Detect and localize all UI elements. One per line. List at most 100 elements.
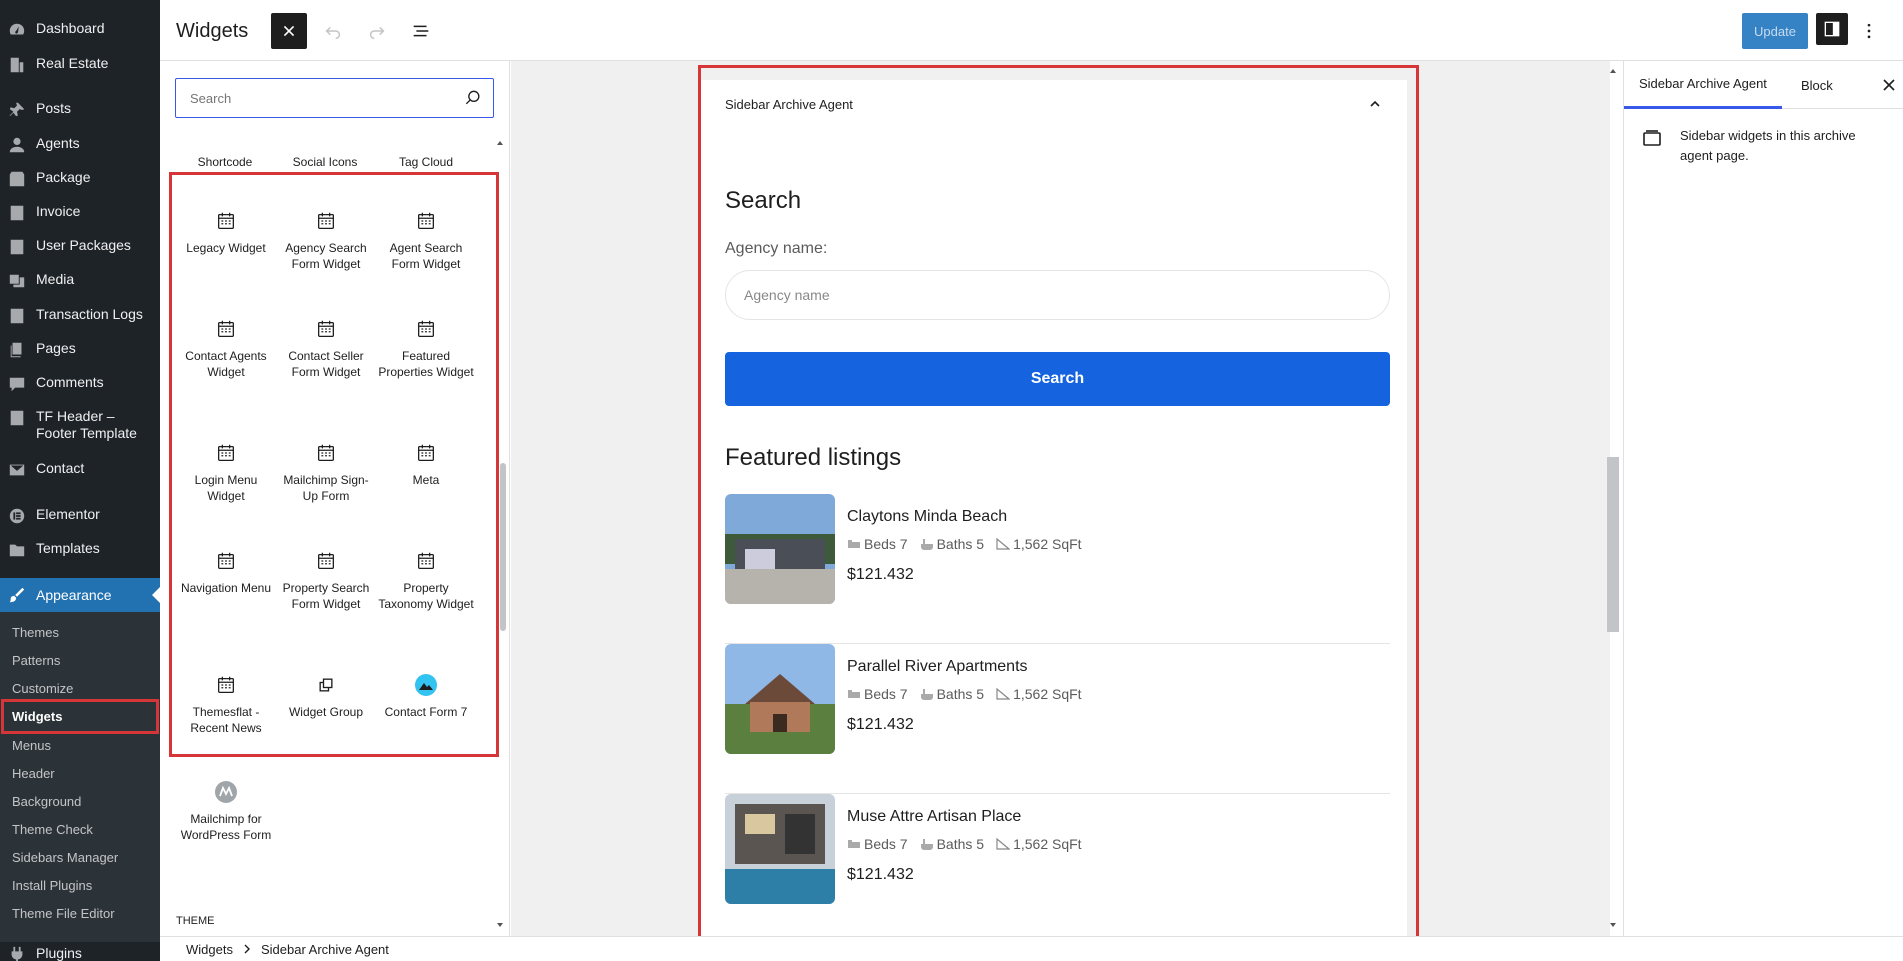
menu-real-estate[interactable]: Real Estate <box>0 55 160 75</box>
close-inserter-button[interactable] <box>271 13 307 49</box>
close-icon[interactable] <box>1879 75 1899 95</box>
submenu-sidebars-manager[interactable]: Sidebars Manager <box>12 850 118 865</box>
menu-templates[interactable]: Templates <box>0 540 160 560</box>
widget-area-highlight-box <box>698 65 1419 942</box>
redo-button[interactable] <box>359 13 395 49</box>
building-icon <box>7 55 27 75</box>
submenu-theme-check[interactable]: Theme Check <box>12 822 93 837</box>
scroll-up-icon[interactable] <box>496 139 504 147</box>
breadcrumb: Widgets Sidebar Archive Agent <box>160 936 1903 961</box>
menu-agents[interactable]: Agents <box>0 135 160 155</box>
menu-label: Contact <box>36 460 85 476</box>
close-icon <box>283 25 295 37</box>
document-icon <box>7 203 27 223</box>
elementor-icon <box>7 506 27 526</box>
pin-icon <box>7 100 27 120</box>
menu-posts[interactable]: Posts <box>0 100 160 120</box>
block-label: Mailchimp for WordPress Form <box>180 812 272 842</box>
menu-label: Plugins <box>36 945 82 961</box>
settings-sidebar: Sidebar Archive Agent Block Sidebar widg… <box>1623 61 1903 936</box>
scroll-down-icon[interactable] <box>496 921 504 929</box>
submenu-background[interactable]: Background <box>12 794 81 809</box>
breadcrumb-widgets[interactable]: Widgets <box>186 942 233 957</box>
package-icon <box>7 169 27 189</box>
tab-block[interactable]: Block <box>1801 61 1833 109</box>
document-icon <box>7 237 27 257</box>
menu-tf-header-footer[interactable]: TF Header – Footer Template <box>0 408 150 442</box>
widgets-list-highlight-box <box>169 172 499 757</box>
block-mailchimp-for-wordpress-form[interactable]: Mailchimp for WordPress Form <box>176 780 276 843</box>
page-title: Widgets <box>176 20 249 42</box>
menu-pages[interactable]: Pages <box>0 340 160 360</box>
appearance-submenu: Themes Patterns Customize Widgets Menus … <box>0 612 160 942</box>
list-view-button[interactable] <box>403 13 439 49</box>
menu-label: Real Estate <box>36 55 109 71</box>
block-shortcode[interactable]: Shortcode <box>175 155 275 169</box>
menu-label: Posts <box>36 100 72 116</box>
menu-contact[interactable]: Contact <box>0 460 160 480</box>
menu-label: Comments <box>36 374 104 390</box>
block-social-icons[interactable]: Social Icons <box>275 155 375 169</box>
undo-icon <box>325 26 341 40</box>
menu-package[interactable]: Package <box>0 169 160 189</box>
undo-button[interactable] <box>315 13 351 49</box>
submenu-patterns[interactable]: Patterns <box>12 653 60 668</box>
menu-label: Agents <box>36 135 80 151</box>
menu-label: Appearance <box>36 587 112 603</box>
mailchimp-icon <box>214 780 238 804</box>
menu-label: Templates <box>36 540 100 556</box>
menu-dashboard[interactable]: Dashboard <box>0 20 160 40</box>
block-search-input[interactable] <box>176 80 446 116</box>
menu-label: Package <box>36 169 91 185</box>
menu-label: TF Header – Footer Template <box>36 408 137 441</box>
menu-appearance[interactable]: Appearance <box>0 578 160 612</box>
search-icon <box>465 90 480 105</box>
update-button[interactable]: Update <box>1742 13 1808 49</box>
submenu-menus[interactable]: Menus <box>12 738 51 753</box>
canvas-scroll-up-icon[interactable] <box>1609 67 1617 75</box>
canvas-scroll-down-icon[interactable] <box>1609 921 1617 929</box>
submenu-customize[interactable]: Customize <box>12 681 73 696</box>
submenu-themes[interactable]: Themes <box>12 625 59 640</box>
breadcrumb-sidebar-archive-agent[interactable]: Sidebar Archive Agent <box>261 942 389 957</box>
folder-icon <box>7 540 27 560</box>
menu-elementor[interactable]: Elementor <box>0 506 160 526</box>
editor-header: Widgets Update <box>160 0 1903 61</box>
block-tag-cloud[interactable]: Tag Cloud <box>376 155 476 169</box>
admin-sidebar: Dashboard Real Estate Posts Agents Packa… <box>0 0 160 961</box>
document-icon <box>7 306 27 326</box>
submenu-install-plugins[interactable]: Install Plugins <box>12 878 92 893</box>
block-search[interactable] <box>175 78 494 118</box>
menu-label: Dashboard <box>36 20 105 36</box>
menu-invoice[interactable]: Invoice <box>0 203 160 223</box>
submenu-theme-file-editor[interactable]: Theme File Editor <box>12 906 115 921</box>
dashboard-icon <box>7 20 27 40</box>
redo-icon <box>369 26 385 40</box>
menu-label: Pages <box>36 340 76 356</box>
category-theme-label: THEME <box>176 915 215 927</box>
document-icon <box>7 408 27 428</box>
menu-user-packages[interactable]: User Packages <box>0 237 160 257</box>
menu-media[interactable]: Media <box>0 271 160 291</box>
menu-comments[interactable]: Comments <box>0 374 160 394</box>
menu-transaction-logs[interactable]: Transaction Logs <box>0 306 160 326</box>
menu-plugins[interactable]: Plugins <box>0 945 160 961</box>
menu-label: Transaction Logs <box>36 306 143 322</box>
inserter-scrollbar-thumb[interactable] <box>500 463 506 631</box>
tab-widget-area[interactable]: Sidebar Archive Agent <box>1624 61 1782 109</box>
canvas-scrollbar-thumb[interactable] <box>1607 457 1619 632</box>
menu-label: Elementor <box>36 506 100 522</box>
paintbrush-icon <box>7 585 27 605</box>
settings-toggle-button[interactable] <box>1816 13 1848 45</box>
settings-tabs: Sidebar Archive Agent Block <box>1624 61 1903 109</box>
user-icon <box>7 135 27 155</box>
submenu-header[interactable]: Header <box>12 766 55 781</box>
chevron-right-icon <box>244 944 250 954</box>
comment-icon <box>7 374 27 394</box>
options-button[interactable] <box>1854 13 1884 49</box>
menu-label: Media <box>36 271 75 287</box>
widget-area-icon <box>1643 130 1661 146</box>
menu-label: User Packages <box>36 237 131 253</box>
widgets-highlight-box <box>1 699 159 734</box>
sidebar-panel-icon <box>1824 21 1840 37</box>
